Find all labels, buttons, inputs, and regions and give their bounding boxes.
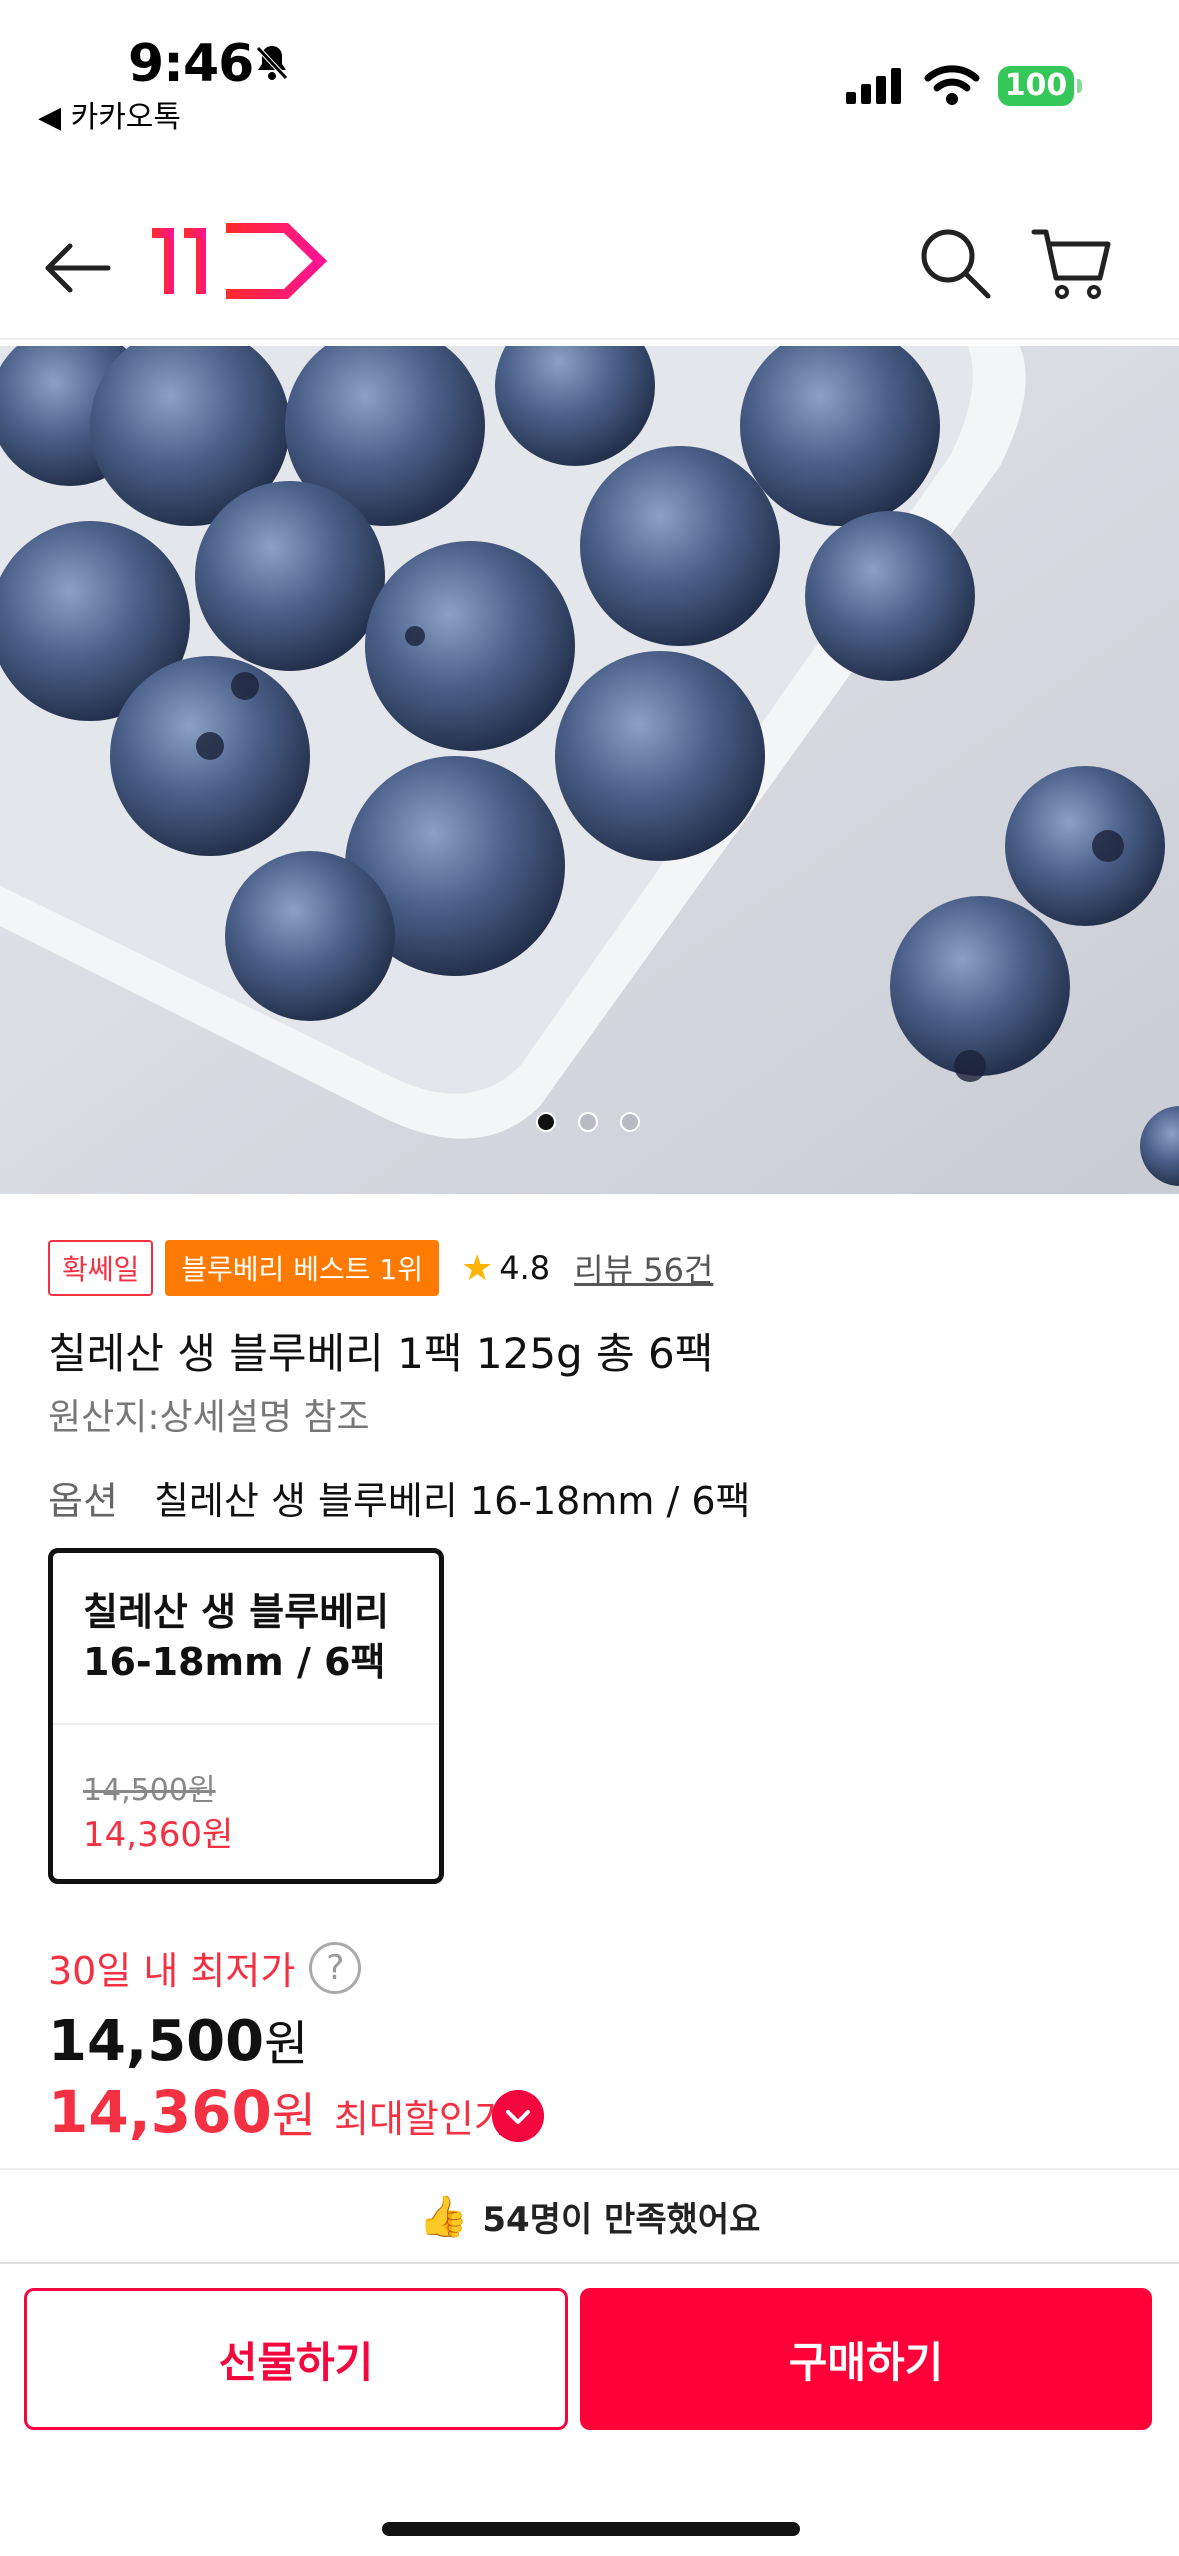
option-card-selected[interactable]: 칠레산 생 블루베리 16-18mm / 6팩 14,500원 14,360원 — [48, 1548, 444, 1884]
thumbs-up-icon: 👍 — [418, 2193, 469, 2240]
best-rank-badge[interactable]: 블루베리 베스트 1위 — [165, 1240, 439, 1296]
back-arrow-icon[interactable] — [40, 230, 116, 306]
option-card-name: 칠레산 생 블루베리 16-18mm / 6팩 — [83, 1590, 390, 1684]
max-discount-price: 14,360 원 최대할인가 — [48, 2076, 509, 2146]
gallery-dot-2[interactable] — [578, 1112, 598, 1132]
bell-mute-icon — [256, 46, 288, 80]
wifi-icon — [924, 65, 980, 105]
gallery-dot-1[interactable] — [536, 1112, 556, 1132]
section-divider — [0, 2168, 1179, 2170]
product-origin: 원산지:상세설명 참조 — [48, 1397, 370, 1438]
max-discount-label: 최대할인가 — [334, 2097, 509, 2141]
sale-price-unit: 원 — [271, 2088, 316, 2144]
product-title: 칠레산 생 블루베리 1팩 125g 총 6팩 — [48, 1329, 714, 1378]
star-icon: ★ — [460, 1247, 494, 1289]
status-time: 9:46 — [128, 34, 254, 94]
signal-icon — [846, 68, 901, 104]
brand-logo[interactable] — [150, 220, 330, 304]
regular-price: 14,500원 — [48, 2004, 308, 2074]
buy-button[interactable]: 구매하기 — [580, 2288, 1152, 2430]
rating-value: 4.8 — [499, 1249, 551, 1287]
lowest-price-label: 30일 내 최저가 — [48, 1949, 296, 1993]
option-label: 옵션 — [48, 1479, 118, 1523]
search-icon[interactable] — [916, 224, 996, 304]
gallery-pagination — [0, 1112, 1179, 1132]
top-nav — [0, 190, 1179, 340]
product-badges: 확쎄일 블루베리 베스트 1위 ★ 4.8 리뷰 56건 — [48, 1240, 713, 1296]
regular-price-unit: 원 — [264, 2016, 309, 2072]
sale-price-value: 14,360 — [48, 2078, 272, 2146]
battery-indicator: 100 — [998, 66, 1074, 106]
cart-icon[interactable] — [1030, 224, 1114, 304]
gallery-dot-3[interactable] — [620, 1112, 640, 1132]
regular-price-value: 14,500 — [48, 2009, 265, 2074]
status-bar: 9:46 ◀ 카카오톡 100 — [0, 0, 1179, 150]
reviews-link[interactable]: 리뷰 56건 — [574, 1245, 713, 1291]
gift-button[interactable]: 선물하기 — [24, 2288, 568, 2430]
blueberries-photo — [0, 346, 1179, 1194]
chevron-down-icon[interactable] — [492, 2090, 544, 2142]
back-to-app-link[interactable]: ◀ 카카오톡 — [38, 92, 181, 136]
option-card-sale-price: 14,360원 — [83, 1815, 234, 1855]
satisfaction-banner: 👍 54명이 만족했어요 — [0, 2172, 1179, 2260]
bottom-action-bar: 선물하기 구매하기 — [0, 2262, 1179, 2556]
rating: ★ 4.8 — [461, 1248, 550, 1289]
option-value: 칠레산 생 블루베리 16-18mm / 6팩 — [154, 1479, 751, 1523]
option-summary: 옵션 칠레산 생 블루베리 16-18mm / 6팩 — [48, 1470, 750, 1525]
battery-tip — [1077, 79, 1082, 93]
option-card-original-price: 14,500원 — [83, 1773, 216, 1808]
satisfaction-text: 54명이 만족했어요 — [482, 2199, 761, 2240]
home-indicator[interactable] — [382, 2522, 800, 2536]
product-image[interactable] — [0, 346, 1179, 1194]
delivery-badge: 확쎄일 — [48, 1240, 154, 1296]
option-card-divider — [53, 1723, 439, 1725]
lowest-price-row: 30일 내 최저가 ? — [48, 1940, 362, 1995]
help-icon[interactable]: ? — [309, 1941, 362, 1994]
